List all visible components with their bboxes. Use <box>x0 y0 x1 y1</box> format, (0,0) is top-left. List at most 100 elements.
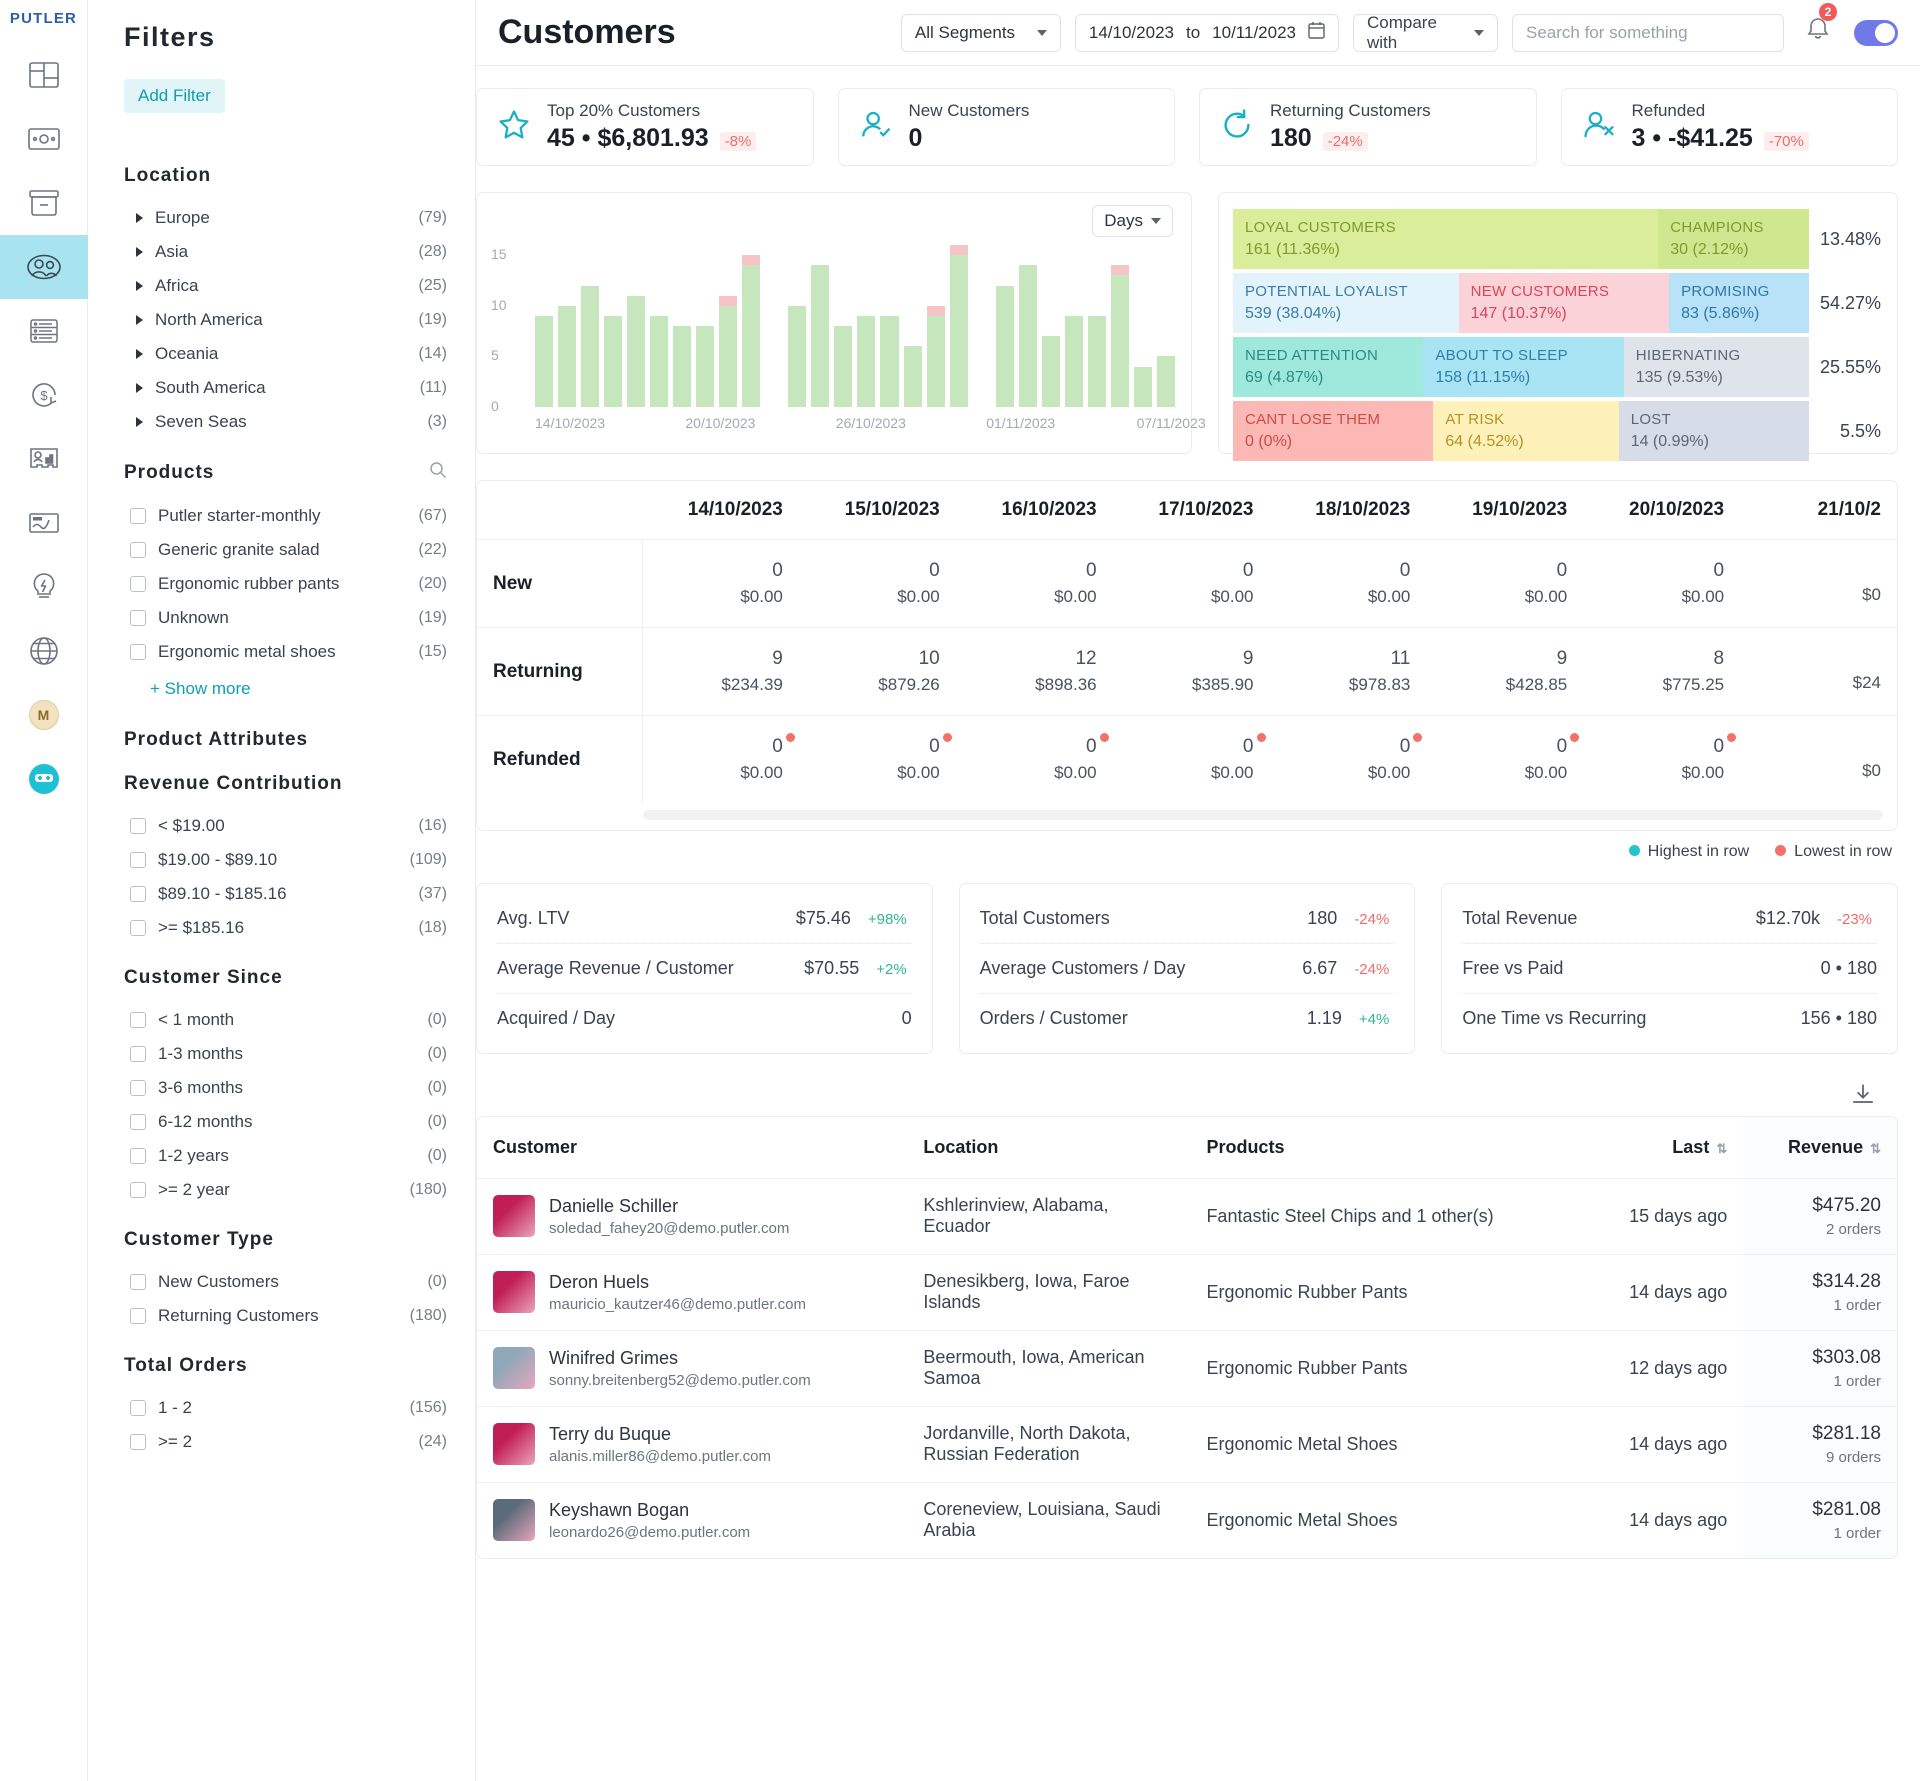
since-filter-row[interactable]: 1-3 months (0) <box>124 1037 447 1071</box>
kpi-card-refunded[interactable]: Refunded 3 • -$41.25 -70% <box>1560 88 1898 166</box>
location-filter-row[interactable]: North America (19) <box>124 303 447 337</box>
checkbox[interactable] <box>130 508 146 524</box>
location-filter-row[interactable]: Europe (79) <box>124 201 447 235</box>
chart-bar[interactable] <box>1064 315 1083 407</box>
assistant-bot-button[interactable] <box>0 747 88 811</box>
sidebar-item-web[interactable] <box>0 619 88 683</box>
orders-filter-row[interactable]: 1 - 2 (156) <box>124 1391 447 1425</box>
chart-bar[interactable] <box>1133 366 1152 407</box>
add-filter-button[interactable]: Add Filter <box>124 79 225 113</box>
checkbox[interactable] <box>130 644 146 660</box>
rfm-segment-cell[interactable]: PROMISING 83 (5.86%) <box>1669 273 1809 333</box>
type-filter-row[interactable]: New Customers (0) <box>124 1265 447 1299</box>
since-filter-row[interactable]: 6-12 months (0) <box>124 1105 447 1139</box>
segment-select[interactable]: All Segments <box>900 13 1061 52</box>
sidebar-item-products[interactable] <box>0 171 88 235</box>
chart-bar[interactable] <box>719 295 738 407</box>
rfm-segment-cell[interactable]: ABOUT TO SLEEP 158 (11.15%) <box>1423 337 1624 397</box>
kpi-card-new-customers[interactable]: New Customers 0 <box>837 88 1175 166</box>
matrix-cell[interactable]: $0 <box>1740 715 1897 804</box>
caret-right-icon[interactable] <box>136 213 143 223</box>
matrix-cell[interactable]: 8 $775.25 <box>1583 627 1741 716</box>
caret-right-icon[interactable] <box>136 349 143 359</box>
since-filter-row[interactable]: 3-6 months (0) <box>124 1071 447 1105</box>
checkbox[interactable] <box>130 1046 146 1062</box>
location-filter-row[interactable]: South America (11) <box>124 371 447 405</box>
checkbox[interactable] <box>130 920 146 936</box>
granularity-select[interactable]: Days <box>1092 205 1173 237</box>
matrix-cell[interactable]: 0 $0.00 <box>798 539 956 628</box>
sidebar-item-customers[interactable] <box>0 235 88 299</box>
sidebar-item-sales[interactable] <box>0 107 88 171</box>
matrix-cell[interactable]: 9 $428.85 <box>1426 627 1584 716</box>
checkbox[interactable] <box>130 1308 146 1324</box>
matrix-cell[interactable]: 9 $234.39 <box>642 627 799 716</box>
matrix-cell[interactable]: 0 $0.00 <box>1112 539 1270 628</box>
checkbox[interactable] <box>130 610 146 626</box>
matrix-cell[interactable]: 12 $898.36 <box>955 627 1113 716</box>
notifications-button[interactable]: 2 <box>1806 3 1837 48</box>
matrix-cell[interactable]: 0 $0.00 <box>1583 539 1741 628</box>
matrix-cell[interactable]: $0 <box>1740 539 1897 628</box>
product-filter-row[interactable]: Unknown (19) <box>124 601 447 635</box>
table-row[interactable]: Terry du Buque alanis.miller86@demo.putle… <box>477 1405 1897 1482</box>
matrix-cell[interactable]: 11 $978.83 <box>1269 627 1427 716</box>
table-row[interactable]: Keyshawn Bogan leonardo26@demo.putler.com… <box>477 1481 1897 1558</box>
matrix-cell[interactable]: 0 $0.00 <box>798 715 956 804</box>
customer-name[interactable]: Terry du Buque <box>549 1424 771 1445</box>
product-filter-row[interactable]: Putler starter-monthly (67) <box>124 499 447 533</box>
chart-bar[interactable] <box>1041 336 1060 407</box>
matrix-cell[interactable]: 0 $0.00 <box>1112 715 1270 804</box>
matrix-cell[interactable]: 0 $0.00 <box>1426 539 1584 628</box>
sidebar-item-dashboard[interactable] <box>0 43 88 107</box>
location-filter-row[interactable]: Asia (28) <box>124 235 447 269</box>
search-input[interactable]: Search for something <box>1512 13 1784 52</box>
caret-right-icon[interactable] <box>136 417 143 427</box>
chart-bar[interactable] <box>558 305 577 407</box>
since-filter-row[interactable]: 1-2 years (0) <box>124 1139 447 1173</box>
chart-bar[interactable] <box>581 285 600 407</box>
checkbox[interactable] <box>130 1400 146 1416</box>
col-revenue[interactable]: Revenue ⇅ <box>1743 1116 1897 1178</box>
date-range-picker[interactable]: 14/10/2023 to 10/11/2023 <box>1074 13 1339 52</box>
kpi-card-returning-customers[interactable]: Returning Customers 180 -24% <box>1199 88 1537 166</box>
checkbox[interactable] <box>130 1182 146 1198</box>
rfm-segment-cell[interactable]: HIBERNATING 135 (9.53%) <box>1623 337 1809 397</box>
matrix-cell[interactable]: $24 <box>1740 627 1897 716</box>
chart-bar[interactable] <box>1018 265 1037 407</box>
since-filter-row[interactable]: < 1 month (0) <box>124 1003 447 1037</box>
checkbox[interactable] <box>130 1274 146 1290</box>
rfm-segment-cell[interactable]: LOYAL CUSTOMERS 161 (11.36%) <box>1233 209 1659 269</box>
chart-bar[interactable] <box>995 285 1014 407</box>
chart-bar[interactable] <box>834 326 853 407</box>
matrix-cell[interactable]: 0 $0.00 <box>642 715 799 804</box>
chart-bar[interactable] <box>696 326 715 407</box>
caret-right-icon[interactable] <box>136 247 143 257</box>
table-row[interactable]: Winifred Grimes sonny.breitenberg52@demo.… <box>477 1329 1897 1406</box>
matrix-cell[interactable]: 0 $0.00 <box>955 715 1113 804</box>
chart-bar[interactable] <box>650 315 669 407</box>
rfm-segment-cell[interactable]: POTENTIAL LOYALIST 539 (38.04%) <box>1233 273 1459 333</box>
matrix-cell[interactable]: 0 $0.00 <box>642 539 799 628</box>
products-show-more[interactable]: + Show more <box>124 669 447 703</box>
rfm-segment-cell[interactable]: CHAMPIONS 30 (2.12%) <box>1658 209 1809 269</box>
sidebar-item-insights[interactable] <box>0 491 88 555</box>
table-row[interactable]: Deron Huels mauricio_kautzer46@demo.putle… <box>477 1253 1897 1330</box>
customer-name[interactable]: Deron Huels <box>549 1272 806 1293</box>
revenue-filter-row[interactable]: < $19.00 (16) <box>124 809 447 843</box>
customer-name[interactable]: Danielle Schiller <box>549 1196 789 1217</box>
download-button[interactable] <box>476 1082 1898 1108</box>
checkbox[interactable] <box>130 886 146 902</box>
customer-name[interactable]: Keyshawn Bogan <box>549 1500 750 1521</box>
revenue-filter-row[interactable]: $19.00 - $89.10 (109) <box>124 843 447 877</box>
caret-right-icon[interactable] <box>136 383 143 393</box>
checkbox[interactable] <box>130 1012 146 1028</box>
matrix-cell[interactable]: 0 $0.00 <box>955 539 1113 628</box>
horizontal-scrollbar[interactable] <box>643 809 1883 820</box>
chart-bar[interactable] <box>811 265 830 407</box>
user-avatar-rail[interactable]: M <box>0 683 88 747</box>
chart-bar[interactable] <box>949 245 968 407</box>
rfm-segment-cell[interactable]: CANT LOSE THEM 0 (0%) <box>1233 401 1434 461</box>
search-icon[interactable] <box>429 461 447 485</box>
matrix-cell[interactable]: 9 $385.90 <box>1112 627 1270 716</box>
